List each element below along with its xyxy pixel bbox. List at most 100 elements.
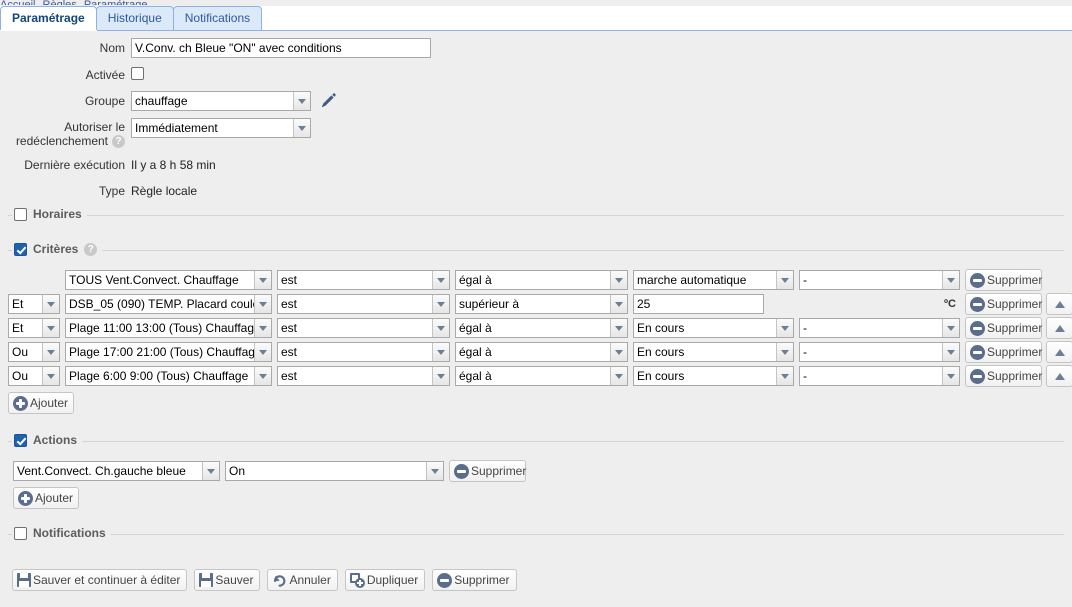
action-add-label: Ajouter [35,488,73,508]
duplicate-button[interactable]: Dupliquer [345,569,425,591]
criteria-delete-button[interactable]: Supprimer [965,269,1042,291]
field-row-activee: Activée [0,65,1072,84]
criteria-value: marche automatique [634,271,776,289]
activee-checkbox[interactable] [131,67,144,80]
save-button[interactable]: Sauver [194,569,260,591]
chevron-down-icon [610,295,627,313]
criteria-value-select[interactable]: En cours [633,366,794,386]
actions-label: Actions [33,433,77,447]
tab-historique[interactable]: Historique [96,6,174,30]
criteria-verb-value: est [278,319,432,337]
criteres-checkbox[interactable] [14,243,27,256]
redeclenchement-field-wrap: Immédiatement [131,118,311,138]
criteria-extra-select[interactable]: - [799,366,960,386]
criteria-verb-select[interactable]: est [277,294,450,314]
criteria-move-up-button[interactable] [1046,341,1072,363]
criteria-logic-select[interactable]: Et [8,318,60,338]
pencil-icon[interactable] [319,92,337,110]
criteria-verb-select[interactable]: est [277,270,450,290]
criteria-source-select[interactable]: Plage 11:00 13:00 (Tous) Chauffag [65,318,272,338]
criteria-source-select[interactable]: DSB_05 (090) TEMP. Placard couloi [65,294,272,314]
action-state-select[interactable]: On [225,461,444,481]
groupe-select[interactable]: chauffage [131,91,311,111]
criteria-source-select[interactable]: Plage 6:00 9:00 (Tous) Chauffage [65,366,272,386]
save-label: Sauver [215,570,253,590]
action-target-select[interactable]: Vent.Convect. Ch.gauche bleue [13,461,220,481]
criteria-value-wrap [633,294,794,314]
criteria-value-select[interactable]: En cours [633,342,794,362]
section-actions: Actions [8,441,1064,442]
chevron-down-icon [610,343,627,361]
criteria-delete-label: Supprimer [987,270,1042,290]
tab-parametrage[interactable]: Paramétrage [0,6,97,30]
derniere-execution-label: Dernière exécution [0,155,131,174]
chevron-down-icon [254,367,271,385]
criteria-delete-label: Supprimer [987,366,1042,386]
criteria-value: En cours [634,367,776,385]
criteria-delete-label: Supprimer [987,342,1042,362]
chevron-down-icon [776,343,793,361]
criteria-value-select[interactable]: marche automatique [633,270,794,290]
criteria-source-value: Plage 17:00 21:00 (Tous) Chauffag [66,343,254,361]
tab-notifications[interactable]: Notifications [173,6,262,30]
criteria-comparator-select[interactable]: égal à [455,366,628,386]
criteria-delete-button[interactable]: Supprimer [965,341,1042,363]
field-row-nom: Nom [0,38,1072,58]
redeclenchement-select[interactable]: Immédiatement [131,118,311,138]
criteria-verb-select[interactable]: est [277,366,450,386]
chevron-down-icon [776,271,793,289]
criteria-move-up-button[interactable] [1046,317,1072,339]
criteria-comparator-select[interactable]: égal à [455,270,628,290]
criteria-extra-select[interactable]: - [799,318,960,338]
criteria-value: En cours [634,343,776,361]
breadcrumb-item-2[interactable]: Paramétrage [84,0,148,5]
criteria-logic-select[interactable]: Ou [8,342,60,362]
criteria-extra-select[interactable]: - [799,270,960,290]
criteria-verb-select[interactable]: est [277,342,450,362]
action-target-value: Vent.Convect. Ch.gauche bleue [14,462,202,480]
arrow-up-icon [1055,349,1065,356]
criteria-logic-select[interactable]: Et [8,294,60,314]
criteria-verb-select[interactable]: est [277,318,450,338]
cancel-button[interactable]: Annuler [267,569,337,591]
horaires-legend: Horaires [12,207,87,221]
criteria-move-up-button[interactable] [1046,365,1072,387]
actions-checkbox[interactable] [14,434,27,447]
criteria-delete-button[interactable]: Supprimer [965,317,1042,339]
criteria-delete-button[interactable]: Supprimer [965,365,1042,387]
criteria-extra-select[interactable]: - [799,342,960,362]
criteria-value: En cours [634,319,776,337]
section-criteres: Critères ? [8,250,1064,251]
criteria-move-up-button[interactable] [1046,293,1072,315]
save-and-continue-button[interactable]: Sauver et continuer à éditer [12,569,187,591]
criteria-source-select[interactable]: Plage 17:00 21:00 (Tous) Chauffag [65,342,272,362]
criteria-comparator-select[interactable]: supérieur à [455,294,628,314]
criteria-delete-button[interactable]: Supprimer [965,293,1042,315]
action-delete-button[interactable]: Supprimer [449,460,526,482]
activee-field-wrap [131,65,144,81]
criteria-comparator-select[interactable]: égal à [455,342,628,362]
breadcrumb-item-0[interactable]: Accueil [0,0,35,5]
criteria-comparator-select[interactable]: égal à [455,318,628,338]
chevron-down-icon [254,343,271,361]
criteria-delete-label: Supprimer [987,294,1042,314]
help-icon-redeclenchement[interactable]: ? [112,135,125,148]
breadcrumb-item-1[interactable]: Règles [43,0,77,5]
action-add-button[interactable]: Ajouter [13,487,79,509]
horaires-checkbox[interactable] [14,208,27,221]
chevron-down-icon [254,271,271,289]
criteria-value-select[interactable]: En cours [633,318,794,338]
notifications-checkbox[interactable] [14,527,27,540]
criteria-source-select[interactable]: TOUS Vent.Convect. Chauffage [65,270,272,290]
criteres-divider [8,250,1064,251]
criteria-logic-select[interactable]: Ou [8,366,60,386]
delete-button[interactable]: Supprimer [432,569,516,591]
chevron-down-icon [42,295,59,313]
chevron-down-icon [426,462,443,480]
criteria-verb-value: est [278,271,432,289]
nom-input[interactable] [131,38,431,58]
help-icon-criteres[interactable]: ? [84,243,97,256]
arrow-up-icon [1055,301,1065,308]
criteria-add-button[interactable]: Ajouter [8,392,74,414]
criteria-value-input[interactable] [633,294,764,314]
